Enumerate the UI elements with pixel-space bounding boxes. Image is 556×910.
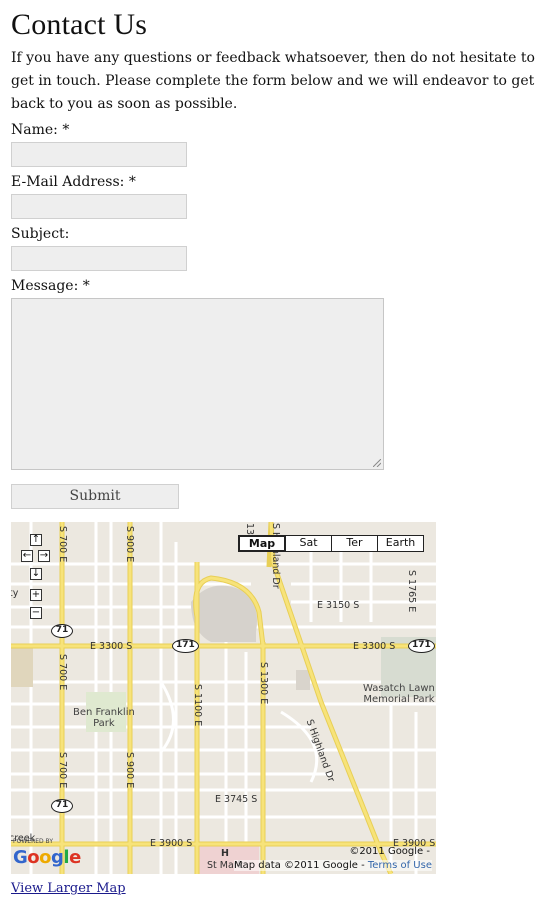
- street-label: S 700 E: [57, 654, 68, 691]
- hospital-icon: H: [221, 848, 229, 859]
- email-label: E-Mail Address: *: [11, 174, 136, 190]
- map-type-map[interactable]: Map: [239, 536, 285, 551]
- message-label: Message: *: [11, 278, 90, 294]
- street-label: S 1300 E: [258, 662, 269, 705]
- street-label: S 700 E: [57, 752, 68, 789]
- street-label: E 3150 S: [317, 600, 360, 611]
- subject-field[interactable]: [11, 246, 187, 271]
- resize-grip-icon[interactable]: [373, 459, 381, 467]
- google-map[interactable]: S 700 E S 900 E 13 S Highland Dr S 1765 …: [11, 522, 436, 874]
- subject-label: Subject:: [11, 226, 70, 242]
- street-label: E 3745 S: [215, 794, 258, 805]
- submit-button[interactable]: Submit: [11, 484, 179, 509]
- route-71-shield: 71: [51, 799, 73, 813]
- zoom-out-icon[interactable]: −: [30, 607, 42, 619]
- pan-left-icon[interactable]: ←: [21, 550, 33, 562]
- route-171-shield: 171: [172, 639, 199, 653]
- ben-franklin-park-label: Ben Franklin Park: [73, 707, 135, 729]
- place-fragment: ty: [11, 588, 19, 599]
- street-label: 13: [244, 523, 255, 536]
- view-larger-map-link[interactable]: View Larger Map: [11, 881, 126, 896]
- map-type-selector: Map Sat Ter Earth: [238, 535, 424, 552]
- name-label: Name: *: [11, 122, 70, 138]
- route-171-shield: 171: [408, 639, 435, 653]
- map-data-label: Map data ©2011 Google -: [234, 860, 368, 871]
- map-attribution: Map data ©2011 Google - Terms of Use: [234, 860, 432, 871]
- pan-up-icon[interactable]: ↑: [30, 534, 42, 546]
- google-logo[interactable]: Google: [13, 847, 81, 868]
- pan-down-icon[interactable]: ↓: [30, 568, 42, 580]
- street-label: S 700 E: [57, 526, 68, 563]
- terms-of-use-link[interactable]: Terms of Use: [368, 860, 432, 871]
- zoom-in-icon[interactable]: +: [30, 589, 42, 601]
- street-label: E 3300 S: [353, 641, 396, 652]
- message-textarea[interactable]: [11, 298, 384, 470]
- email-field[interactable]: [11, 194, 187, 219]
- intro-text: If you have any questions or feedback wh…: [11, 50, 535, 112]
- page-title: Contact Us: [11, 8, 148, 41]
- powered-by-label: POWERED BY: [13, 838, 54, 845]
- map-type-ter[interactable]: Ter: [331, 536, 377, 551]
- map-type-earth[interactable]: Earth: [377, 536, 423, 551]
- street-label: E 3300 S: [90, 641, 133, 652]
- wasatch-lawn-label: Wasatch Lawn Memorial Park: [363, 683, 435, 705]
- name-field[interactable]: [11, 142, 187, 167]
- map-type-sat[interactable]: Sat: [285, 536, 331, 551]
- copyright-label: ©2011 Google -: [349, 846, 430, 857]
- route-71-shield: 71: [51, 624, 73, 638]
- street-label: S 900 E: [124, 526, 135, 563]
- street-label: S Highland Dr: [270, 523, 281, 589]
- street-label: E 3900 S: [150, 838, 193, 849]
- street-label: S 1100 E: [192, 684, 203, 727]
- pan-right-icon[interactable]: →: [38, 550, 50, 562]
- street-label: S 900 E: [124, 752, 135, 789]
- street-label: S 1765 E: [406, 570, 417, 613]
